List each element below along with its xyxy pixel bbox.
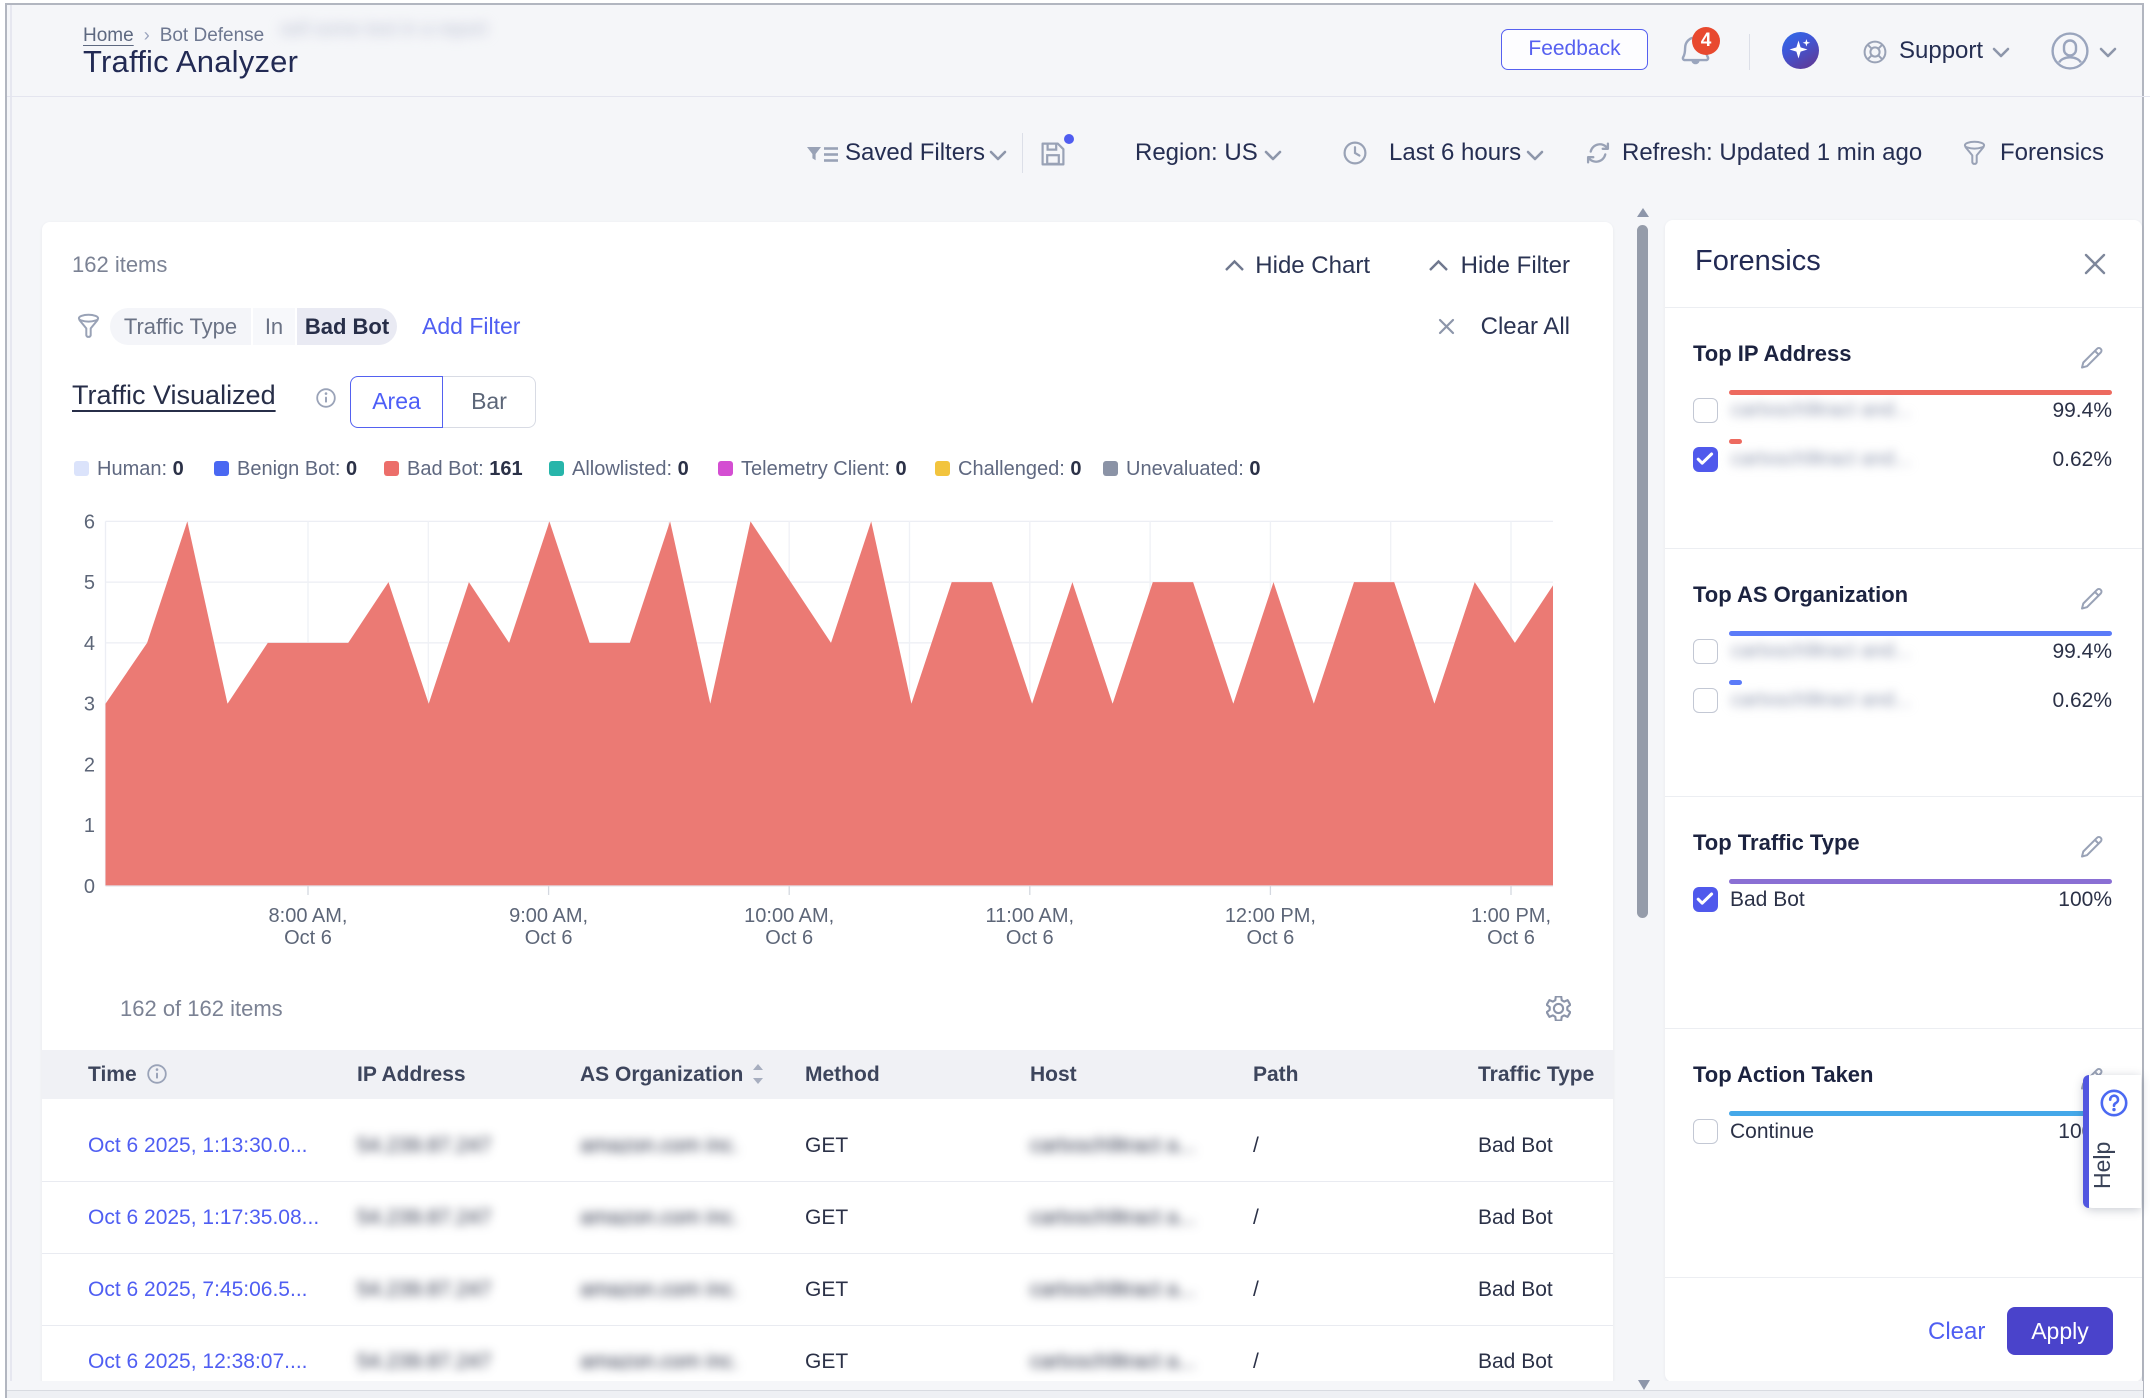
svg-text:4: 4 xyxy=(84,633,95,655)
svg-text:2: 2 xyxy=(84,755,95,777)
svg-text:Oct 6: Oct 6 xyxy=(1247,927,1295,949)
svg-text:1:00 PM,: 1:00 PM, xyxy=(1471,905,1551,927)
svg-text:Oct 6: Oct 6 xyxy=(525,927,573,949)
svg-text:3: 3 xyxy=(84,694,95,716)
svg-text:1: 1 xyxy=(84,815,95,837)
svg-text:Oct 6: Oct 6 xyxy=(1487,927,1535,949)
svg-text:9:00 AM,: 9:00 AM, xyxy=(509,905,588,927)
svg-text:0: 0 xyxy=(84,876,95,898)
svg-text:8:00 AM,: 8:00 AM, xyxy=(269,905,348,927)
svg-text:Oct 6: Oct 6 xyxy=(1006,927,1054,949)
svg-text:12:00 PM,: 12:00 PM, xyxy=(1225,905,1316,927)
svg-text:11:00 AM,: 11:00 AM, xyxy=(986,905,1075,927)
svg-text:Oct 6: Oct 6 xyxy=(284,927,332,949)
svg-text:10:00 AM,: 10:00 AM, xyxy=(744,905,834,927)
svg-text:Oct 6: Oct 6 xyxy=(765,927,813,949)
svg-text:5: 5 xyxy=(84,572,95,594)
svg-text:6: 6 xyxy=(84,511,95,533)
